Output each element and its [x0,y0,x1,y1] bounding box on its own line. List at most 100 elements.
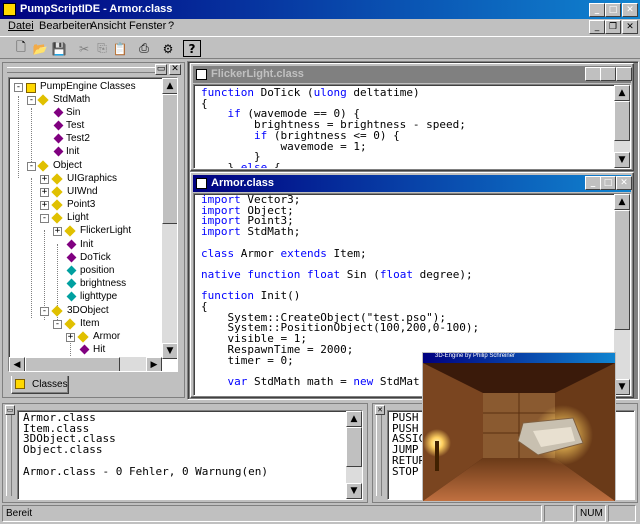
tree-item-object[interactable]: Object [53,160,82,173]
flickerlight-titlebar[interactable]: FlickerLight.class _ □ ✕ [193,66,632,83]
class-icon [37,160,49,172]
class-panel-grip[interactable] [7,67,155,73]
asm-panel-grip[interactable] [376,408,382,496]
flickerlight-editor[interactable]: function DoTick (ulong deltatime){ if (w… [193,84,631,169]
class-tree[interactable]: - PumpEngine Classes - StdMath Sin Test … [8,77,178,372]
copy-icon[interactable]: ⎘ [93,40,111,57]
scroll-left-button[interactable]: ◀ [9,357,25,371]
panel-restore-button[interactable]: ▭ [155,64,167,75]
tree-item-light-init[interactable]: Init [80,239,93,252]
tree-item-hit[interactable]: Hit [93,344,105,357]
tree-horizontal-scrollbar[interactable]: ◀ ▶ [9,357,162,371]
scroll-up-button[interactable]: ▲ [614,85,630,101]
scroll-right-button[interactable]: ▶ [146,357,162,371]
tree-item-uigraphics[interactable]: UIGraphics [67,173,117,186]
code-text[interactable]: function DoTick (ulong deltatime){ if (w… [201,87,466,169]
classes-tab-icon [15,379,25,389]
maximize-button[interactable]: □ [605,3,621,17]
tab-classes[interactable]: Classes [11,376,69,394]
save-icon[interactable]: 💾 [50,40,68,57]
output-vertical-scrollbar[interactable]: ▲ ▼ [346,411,362,499]
armor-titlebar[interactable]: Armor.class _ □ ✕ [193,175,632,192]
panel-restore-button[interactable]: ▭ [5,405,15,415]
mdi-restore-button[interactable]: ❐ [605,20,621,34]
paste-icon[interactable]: 📋 [111,40,129,57]
tree-item-test2[interactable]: Test2 [66,133,90,146]
minimize-button[interactable]: _ [589,3,605,17]
armor-code-line: function Init() [201,289,301,303]
class-icon [51,305,63,317]
method-icon [53,107,64,118]
preview-window[interactable]: 3D-Engine by Philip Schreiner [422,352,616,502]
panel-close-button[interactable]: ✕ [169,64,181,75]
print-icon[interactable]: ⎙ [135,40,153,57]
flicker-code-line: } else { [201,160,281,169]
help-icon[interactable]: ? [183,40,201,57]
tree-item-light[interactable]: Light [67,212,89,225]
scroll-up-button[interactable]: ▲ [162,78,177,94]
scroll-down-button[interactable]: ▼ [162,343,177,359]
output-panel: ▭ Armor.class Item.class 3DObject.class Obj… [2,403,368,503]
menu-fenster[interactable]: Fenster [129,20,166,32]
maximize-button[interactable]: □ [600,67,616,81]
output-line: Armor.class - 0 Fehler, 0 Warnung(en) [23,464,269,478]
tree-item-point3[interactable]: Point3 [67,199,95,212]
output-panel-grip[interactable] [6,408,12,496]
scroll-thumb[interactable] [346,427,362,467]
tree-item-flickerlight[interactable]: FlickerLight [80,225,131,238]
scroll-thumb[interactable] [162,94,177,224]
app-icon[interactable] [3,3,16,16]
tree-item-init[interactable]: Init [66,146,79,159]
panel-close-button[interactable]: ✕ [375,405,385,415]
class-icon [51,186,63,198]
scroll-thumb[interactable] [614,101,630,141]
maximize-button[interactable]: □ [600,176,616,190]
mdi-close-button[interactable]: ✕ [622,20,638,34]
scroll-down-button[interactable]: ▼ [346,483,362,499]
class-icon [37,94,49,106]
open-folder-icon[interactable]: 📂 [31,40,49,57]
close-button[interactable]: ✕ [616,176,632,190]
scroll-thumb[interactable] [614,210,630,330]
tree-root[interactable]: PumpEngine Classes [40,81,136,94]
status-indicator-3 [608,505,636,522]
tree-item-lighttype[interactable]: lighttype [80,291,117,304]
class-panel: ▭ ✕ - PumpEngine Classes - StdMath Sin T… [2,62,185,398]
scroll-down-button[interactable]: ▼ [614,379,630,395]
preview-titlebar[interactable]: 3D-Engine by Philip Schreiner [423,353,615,363]
compile-icon[interactable]: ⚙ [159,40,177,57]
menu-bearbeiten[interactable]: Bearbeiten [39,20,92,32]
menu-datei[interactable]: Datei [8,20,34,32]
tree-item-stdmath[interactable]: StdMath [53,94,90,107]
output-log[interactable]: Armor.class Item.class 3DObject.class Objec… [17,410,363,500]
editor-vertical-scrollbar[interactable]: ▲ ▼ [614,85,630,168]
close-button[interactable]: ✕ [622,3,638,17]
tree-item-position[interactable]: position [80,265,114,278]
tree-item-item[interactable]: Item [80,318,99,331]
tree-item-test[interactable]: Test [66,120,84,133]
scroll-thumb[interactable] [25,357,120,371]
scroll-down-button[interactable]: ▼ [614,152,630,168]
tree-item-uiwnd[interactable]: UIWnd [67,186,98,199]
menu-ansicht[interactable]: Ansicht [90,20,126,32]
cut-icon[interactable]: ✂ [75,40,93,57]
editor-vertical-scrollbar[interactable]: ▲ ▼ [614,194,630,395]
output-text: Armor.class Item.class 3DObject.class Objec… [23,412,269,478]
tree-item-armor[interactable]: Armor [93,331,120,344]
scroll-up-button[interactable]: ▲ [614,194,630,210]
mdi-minimize-button[interactable]: _ [589,20,605,34]
tree-item-3dobject[interactable]: 3DObject [67,305,109,318]
new-file-icon[interactable]: 🗋 [12,40,30,57]
flickerlight-window[interactable]: FlickerLight.class _ □ ✕ function DoTick… [190,63,634,171]
minimize-button[interactable]: _ [585,176,601,190]
tree-vertical-scrollbar[interactable]: ▲ ▼ [162,78,177,359]
tree-item-dotick[interactable]: DoTick [80,252,111,265]
close-button[interactable]: ✕ [616,67,632,81]
minimize-button[interactable]: _ [585,67,601,81]
menu-help[interactable]: ? [168,20,174,32]
tree-item-sin[interactable]: Sin [66,107,80,120]
class-icon [51,173,63,185]
tree-item-brightness[interactable]: brightness [80,278,126,291]
scroll-up-button[interactable]: ▲ [346,411,362,427]
3d-scene-image [423,363,615,501]
